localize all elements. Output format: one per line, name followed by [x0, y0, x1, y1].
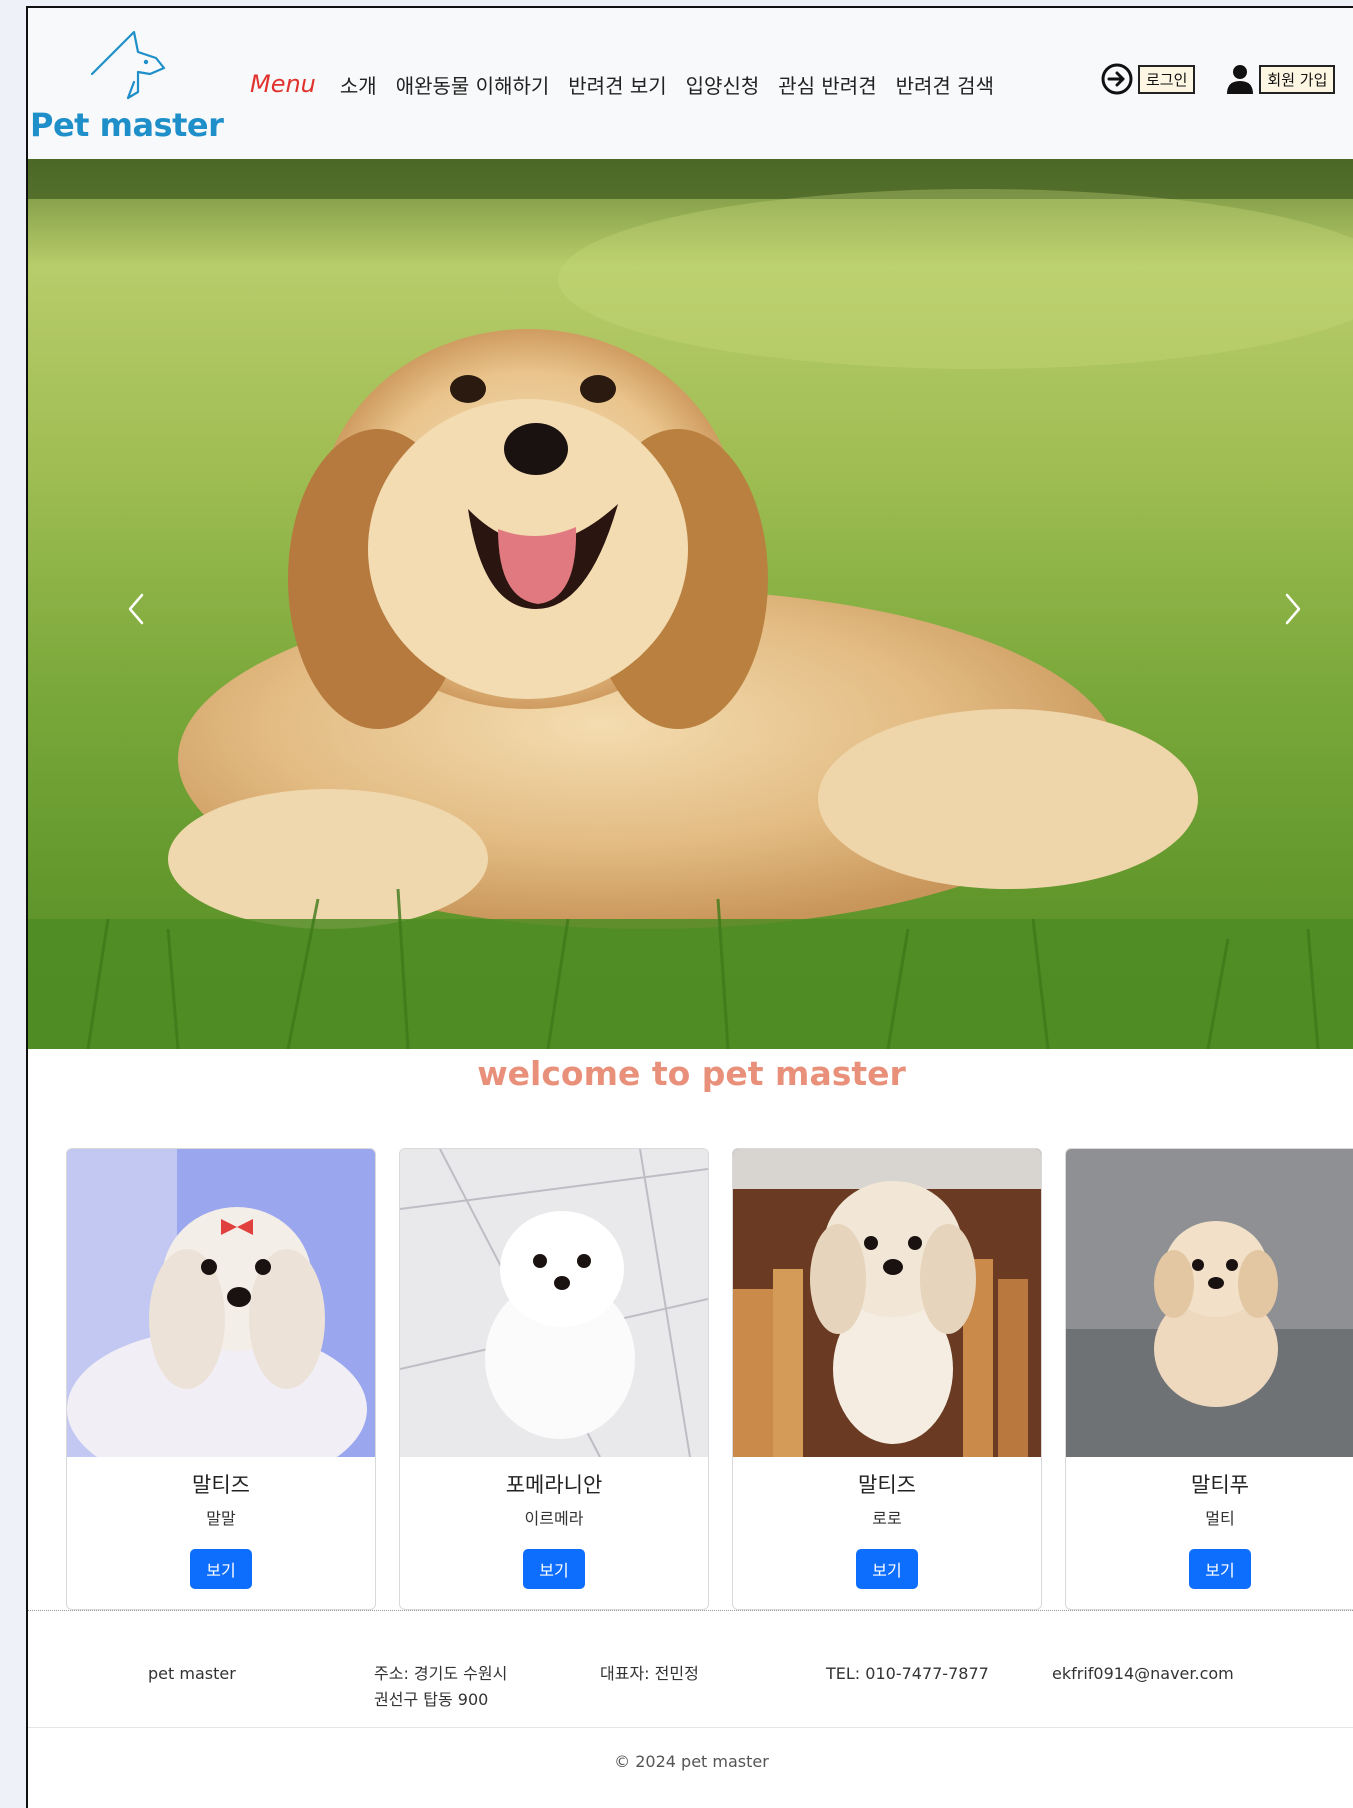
- chevron-left-icon: [128, 593, 144, 625]
- dog-breed: 말티푸: [1191, 1473, 1249, 1497]
- dog-card: 포메라니안 이르메라 보기: [399, 1148, 709, 1610]
- dog-breed: 말티즈: [858, 1473, 916, 1497]
- view-dog-button[interactable]: 보기: [1189, 1549, 1251, 1589]
- user-icon[interactable]: [1225, 63, 1255, 95]
- dog-card: 말티즈 로로 보기: [732, 1148, 1042, 1610]
- dog-photo: [1066, 1149, 1353, 1457]
- carousel-next-button[interactable]: [1273, 579, 1313, 639]
- dog-photo: [733, 1149, 1041, 1457]
- dog-card: 말티푸 멀티 보기: [1065, 1148, 1353, 1610]
- header: Pet master Menu 소개 애완동물 이해하기 반려견 보기 입양신청…: [28, 8, 1353, 159]
- nav-search-dogs[interactable]: 반려견 검색: [896, 70, 994, 99]
- footer-address: 주소: 경기도 수원시 권선구 탑동 900: [374, 1661, 507, 1713]
- footer-tel: TEL: 010-7477-7877: [826, 1664, 989, 1683]
- dog-breed: 말티즈: [192, 1473, 250, 1497]
- page: Pet master Menu 소개 애완동물 이해하기 반려견 보기 입양신청…: [26, 6, 1353, 1808]
- dog-breed: 포메라니안: [505, 1473, 603, 1497]
- dog-photo: [67, 1149, 375, 1457]
- nav-view-dogs[interactable]: 반려견 보기: [568, 70, 666, 99]
- chevron-right-icon: [1285, 593, 1301, 625]
- nav-adoption[interactable]: 입양신청: [686, 70, 760, 99]
- view-dog-button[interactable]: 보기: [190, 1549, 252, 1589]
- dog-name: 말말: [206, 1509, 236, 1528]
- dog-name: 멀티: [1205, 1509, 1235, 1528]
- dog-photo: [400, 1149, 708, 1457]
- carousel-prev-button[interactable]: [116, 579, 156, 639]
- view-dog-button[interactable]: 보기: [523, 1549, 585, 1589]
- nav-about[interactable]: 소개: [340, 70, 377, 99]
- copyright: © 2024 pet master: [614, 1752, 769, 1771]
- dog-card-list: 말티즈 말말 보기 포메라니안 이르메라 보기 말티즈 로로 보기 말티푸 멀티…: [66, 1148, 1353, 1616]
- footer-rule: [28, 1727, 1353, 1728]
- auth-area: 로그인 회원 가입: [1100, 62, 1336, 96]
- login-arrow-icon[interactable]: [1100, 62, 1134, 96]
- dog-logo-icon: [90, 30, 166, 100]
- dog-name: 이르메라: [524, 1509, 584, 1528]
- nav-understanding-pets[interactable]: 애완동물 이해하기: [396, 70, 550, 99]
- signup-button[interactable]: 회원 가입: [1259, 64, 1336, 94]
- main-nav: Menu 소개 애완동물 이해하기 반려견 보기 입양신청 관심 반려견 반려견…: [250, 64, 1013, 104]
- nav-menu-label[interactable]: Menu: [250, 70, 316, 98]
- welcome-heading: welcome to pet master: [477, 1054, 906, 1093]
- dog-card: 말티즈 말말 보기: [66, 1148, 376, 1610]
- footer-address-line2: 권선구 탑동 900: [374, 1690, 489, 1709]
- footer-email[interactable]: ekfrif0914@naver.com: [1052, 1661, 1234, 1687]
- logo-text: Pet master: [30, 106, 224, 144]
- footer-address-line1: 주소: 경기도 수원시: [374, 1664, 508, 1683]
- footer-brand: pet master: [148, 1664, 236, 1683]
- hero-dog-photo: [28, 159, 1353, 1049]
- nav-favorite-dogs[interactable]: 관심 반려견: [778, 70, 876, 99]
- view-dog-button[interactable]: 보기: [856, 1549, 918, 1589]
- footer: pet master 주소: 경기도 수원시 권선구 탑동 900 대표자: 전…: [28, 1611, 1353, 1709]
- dog-name: 로로: [872, 1509, 902, 1528]
- logo[interactable]: Pet master: [28, 26, 238, 146]
- footer-representative: 대표자: 전민정: [600, 1664, 699, 1683]
- login-button[interactable]: 로그인: [1138, 64, 1196, 94]
- hero-carousel: [28, 159, 1353, 1049]
